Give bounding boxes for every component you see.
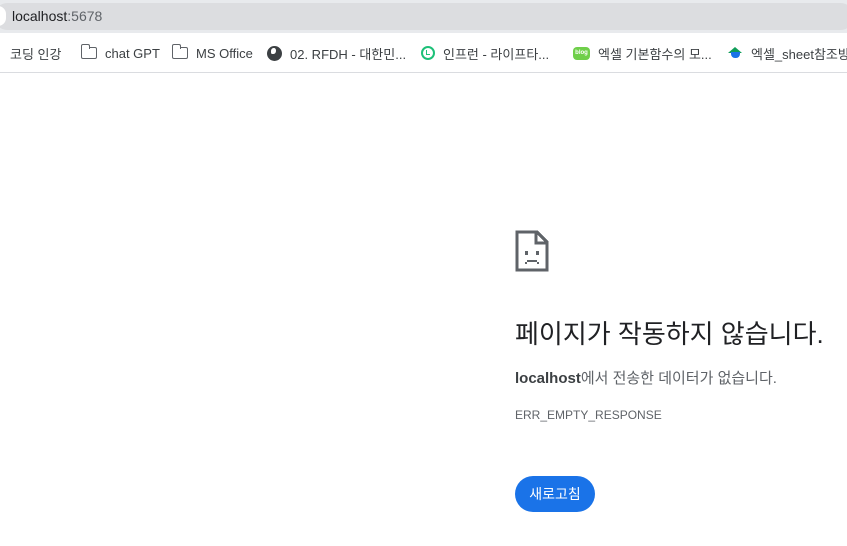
bookmark-excel-sheet[interactable]: 엑셀_sheet참조방 <box>728 43 847 63</box>
bookmark-folder-coding[interactable]: 코딩 인강 <box>0 43 61 63</box>
error-title: 페이지가 작동하지 않습니다. <box>515 319 824 349</box>
blog-icon: blog <box>573 46 590 60</box>
url-host: localhost <box>12 8 68 24</box>
folder-icon <box>171 44 188 59</box>
bookmarks-bar: 코딩 인강 chat GPT MS Office 02. RFDH - 대한민.… <box>0 33 847 73</box>
error-description: localhost에서 전송한 데이터가 없습니다. <box>515 369 777 389</box>
address-bar: localhost:5678 <box>0 0 847 33</box>
error-description-text: 에서 전송한 데이터가 없습니다. <box>580 370 777 387</box>
bookmark-label: 엑셀_sheet참조방 <box>751 46 847 62</box>
bookmark-label: 인프런 - 라이프타... <box>443 46 550 62</box>
graduation-cap-icon <box>728 47 743 59</box>
globe-icon <box>267 45 282 61</box>
bookmark-label: MS Office <box>196 45 253 61</box>
bookmark-inflearn[interactable]: 인프런 - 라이프타... <box>421 43 549 63</box>
omnibox[interactable] <box>0 3 847 30</box>
error-code: ERR_EMPTY_RESPONSE <box>515 408 662 422</box>
error-host: localhost <box>515 370 581 387</box>
bookmark-excel-functions[interactable]: blog 엑셀 기본함수의 모... <box>573 43 712 63</box>
bookmark-label: 엑셀 기본함수의 모... <box>598 46 712 62</box>
bookmark-rfdh[interactable]: 02. RFDH - 대한민... <box>267 43 406 63</box>
sad-page-icon <box>515 230 549 272</box>
bookmark-folder-chatgpt[interactable]: chat GPT <box>80 43 160 63</box>
bookmark-label: 02. RFDH - 대한민... <box>290 46 407 62</box>
bookmark-label: chat GPT <box>105 45 160 61</box>
bookmark-folder-ms-office[interactable]: MS Office <box>171 43 253 63</box>
inflearn-icon <box>421 46 435 60</box>
error-content: 페이지가 작동하지 않습니다. localhost에서 전송한 데이터가 없습니… <box>515 230 845 512</box>
reload-button[interactable]: 새로고침 <box>515 476 595 512</box>
bookmark-label: 코딩 인강 <box>10 46 62 62</box>
url-text[interactable]: localhost:5678 <box>12 8 102 25</box>
folder-icon <box>80 44 97 59</box>
url-port: :5678 <box>67 8 103 24</box>
